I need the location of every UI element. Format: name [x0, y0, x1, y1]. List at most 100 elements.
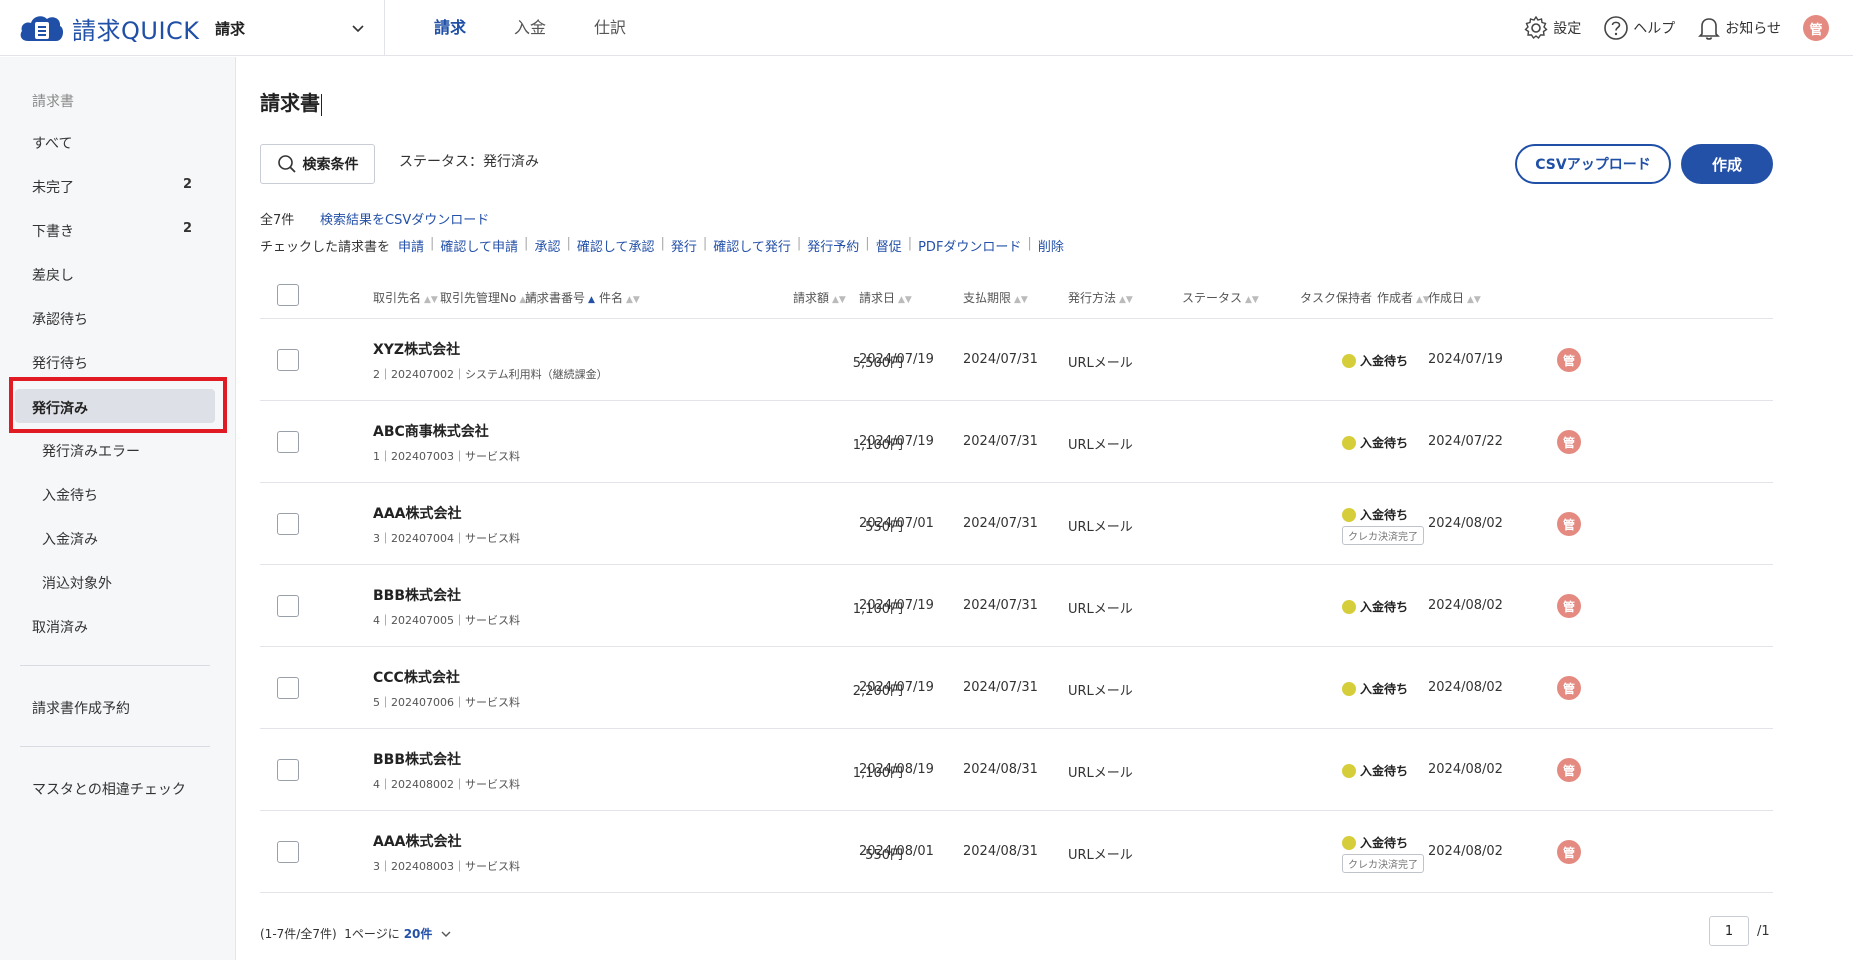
create-button[interactable]: 作成 [1681, 144, 1773, 184]
separator: | [430, 236, 435, 251]
sidebar-item-all[interactable]: すべて [32, 133, 192, 153]
card-payment-tag: クレカ決済完了 [1342, 526, 1424, 545]
sidebar-item-label: 取消済み [32, 620, 88, 636]
sidebar-item-awaiting-approval[interactable]: 承認待ち [32, 309, 192, 329]
row-checkbox[interactable] [277, 431, 299, 453]
client-name[interactable]: CCC株式会社 [373, 667, 460, 687]
header-label: 取引先名 [373, 291, 422, 305]
header-creator[interactable]: 作成者 ▲▼ [1377, 289, 1430, 306]
header-label: 取引先管理No [440, 291, 517, 305]
invoice-date: 2024/08/01 [859, 844, 934, 859]
issue-method: URLメール [1068, 438, 1133, 453]
row-checkbox[interactable] [277, 841, 299, 863]
action-delete[interactable]: 削除 [1038, 236, 1064, 255]
app-logo[interactable]: 請求QUICK [18, 12, 200, 45]
client-name[interactable]: BBB株式会社 [373, 749, 461, 769]
action-confirm-apply[interactable]: 確認して申請 [440, 236, 518, 255]
header-due[interactable]: 支払期限 ▲▼ [963, 289, 1028, 306]
sidebar-item-label: 未完了 [32, 180, 74, 196]
header-amount[interactable]: 請求額 ▲▼ [793, 289, 846, 306]
action-confirm-issue[interactable]: 確認して発行 [713, 236, 791, 255]
action-confirm-approve[interactable]: 確認して承認 [577, 236, 655, 255]
sidebar-item-awaiting-issue[interactable]: 発行待ち [32, 353, 192, 373]
sidebar-item-label: 消込対象外 [42, 576, 112, 592]
table-row[interactable]: ABC商事株式会社 1｜202407003｜サービス料 1,100円 2024/07/… [260, 401, 1773, 483]
csv-download-link[interactable]: 検索結果をCSVダウンロード [320, 209, 489, 228]
table-row[interactable]: BBB株式会社 4｜202408002｜サービス料 1,100円 2024/08/19… [260, 729, 1773, 811]
invoice-details: 4｜202408002｜サービス料 [373, 778, 520, 791]
action-approve[interactable]: 承認 [534, 236, 560, 255]
service-select[interactable]: 請求 [215, 14, 365, 42]
header-invoice-no[interactable]: 請求書番号 ▲ [525, 289, 595, 306]
range-text: (1-7件/全7件) [260, 927, 337, 941]
created-date: 2024/08/02 [1428, 516, 1503, 531]
sidebar-item-cancelled[interactable]: 取消済み [32, 617, 192, 637]
header-method[interactable]: 発行方法 ▲▼ [1068, 289, 1133, 306]
header-status[interactable]: ステータス ▲▼ [1182, 289, 1259, 306]
row-checkbox[interactable] [277, 513, 299, 535]
sidebar-item-label: 発行待ち [32, 356, 88, 372]
client-name[interactable]: XYZ株式会社 [373, 339, 460, 359]
due-date: 2024/07/31 [963, 434, 1038, 449]
user-avatar[interactable]: 管 [1803, 15, 1829, 41]
table-row[interactable]: CCC株式会社 5｜202407006｜サービス料 2,200円 2024/07/19… [260, 647, 1773, 729]
sidebar-item-draft[interactable]: 下書き 2 [32, 221, 192, 241]
chevron-down-icon [352, 25, 364, 33]
row-checkbox[interactable] [277, 759, 299, 781]
client-name[interactable]: ABC商事株式会社 [373, 421, 489, 441]
table-row[interactable]: BBB株式会社 4｜202407005｜サービス料 1,100円 2024/07/19… [260, 565, 1773, 647]
client-name[interactable]: AAA株式会社 [373, 831, 462, 851]
action-apply[interactable]: 申請 [398, 236, 424, 255]
row-checkbox[interactable] [277, 349, 299, 371]
header-date[interactable]: 請求日 ▲▼ [859, 289, 912, 306]
sidebar-item-returned[interactable]: 差戻し [32, 265, 192, 285]
table-header: 取引先名 ▲▼ | 取引先管理No ▲▼ | 請求書番号 ▲ 件名 ▲▼ 請求額 ▲▼ 請求日… [260, 273, 1773, 319]
header-created[interactable]: 作成日 ▲▼ [1428, 289, 1481, 306]
status-label: 入金待ち [1360, 836, 1409, 850]
tab-journal[interactable]: 仕訳 [570, 0, 650, 56]
table-row[interactable]: XYZ株式会社 2｜202407002｜システム利用料（継続課金） 5,500円 20… [260, 319, 1773, 401]
per-page-select[interactable]: 20件 [404, 925, 433, 942]
pagination-info: (1-7件/全7件) 1ページに 20件 [260, 925, 452, 942]
created-date: 2024/07/22 [1428, 434, 1503, 449]
sidebar: 請求書 すべて 未完了 2 下書き 2 差戻し 承認待ち 発行待ち 発行済み 発行済… [0, 57, 236, 960]
sidebar-item-awaiting-payment[interactable]: 入金待ち [42, 485, 202, 505]
row-checkbox[interactable] [277, 677, 299, 699]
sidebar-item-master-check[interactable]: マスタとの相違チェック [32, 779, 192, 799]
csv-upload-button[interactable]: CSVアップロード [1515, 144, 1671, 184]
row-checkbox[interactable] [277, 595, 299, 617]
sidebar-item-label: 入金待ち [42, 488, 98, 504]
per-page-label: 1ページに [344, 927, 400, 941]
chevron-down-icon[interactable] [440, 928, 452, 940]
search-conditions-button[interactable]: 検索条件 [260, 144, 375, 184]
client-name[interactable]: BBB株式会社 [373, 585, 461, 605]
action-pdf-download[interactable]: PDFダウンロード [918, 236, 1021, 255]
notice-button[interactable]: お知らせ [1697, 15, 1781, 41]
created-date: 2024/08/02 [1428, 598, 1503, 613]
select-all-checkbox[interactable] [277, 284, 299, 306]
help-button[interactable]: ヘルプ [1603, 15, 1675, 41]
tab-invoice[interactable]: 請求 [410, 0, 490, 56]
header-client[interactable]: 取引先名 ▲▼ | [373, 289, 444, 306]
table-row[interactable]: AAA株式会社 3｜202408003｜サービス料 550円 2024/08/01 20… [260, 811, 1773, 893]
header-label: 作成日 [1428, 291, 1465, 305]
status-filter-text: ステータス：発行済み [399, 154, 539, 170]
sidebar-item-reservation[interactable]: 請求書作成予約 [32, 698, 192, 718]
action-issue[interactable]: 発行 [671, 236, 697, 255]
header-label: 請求書番号 [525, 291, 586, 305]
action-schedule-issue[interactable]: 発行予約 [807, 236, 859, 255]
settings-button[interactable]: 設定 [1523, 15, 1581, 41]
client-name[interactable]: AAA株式会社 [373, 503, 462, 523]
sort-icon: ▲▼ [1014, 295, 1028, 305]
tab-payment[interactable]: 入金 [490, 0, 570, 56]
table-row[interactable]: AAA株式会社 3｜202407004｜サービス料 550円 2024/07/01 20… [260, 483, 1773, 565]
page-number-input[interactable]: 1 [1709, 916, 1749, 946]
header-subject[interactable]: 件名 ▲▼ [599, 289, 640, 306]
sidebar-item-paid[interactable]: 入金済み [42, 529, 202, 549]
sidebar-item-incomplete[interactable]: 未完了 2 [32, 177, 192, 197]
action-remind[interactable]: 督促 [876, 236, 902, 255]
sidebar-item-excluded[interactable]: 消込対象外 [42, 573, 202, 593]
sidebar-item-issued-error[interactable]: 発行済みエラー [42, 441, 202, 461]
invoice-details: 5｜202407006｜サービス料 [373, 696, 520, 709]
invoice-details: 3｜202407004｜サービス料 [373, 532, 520, 545]
